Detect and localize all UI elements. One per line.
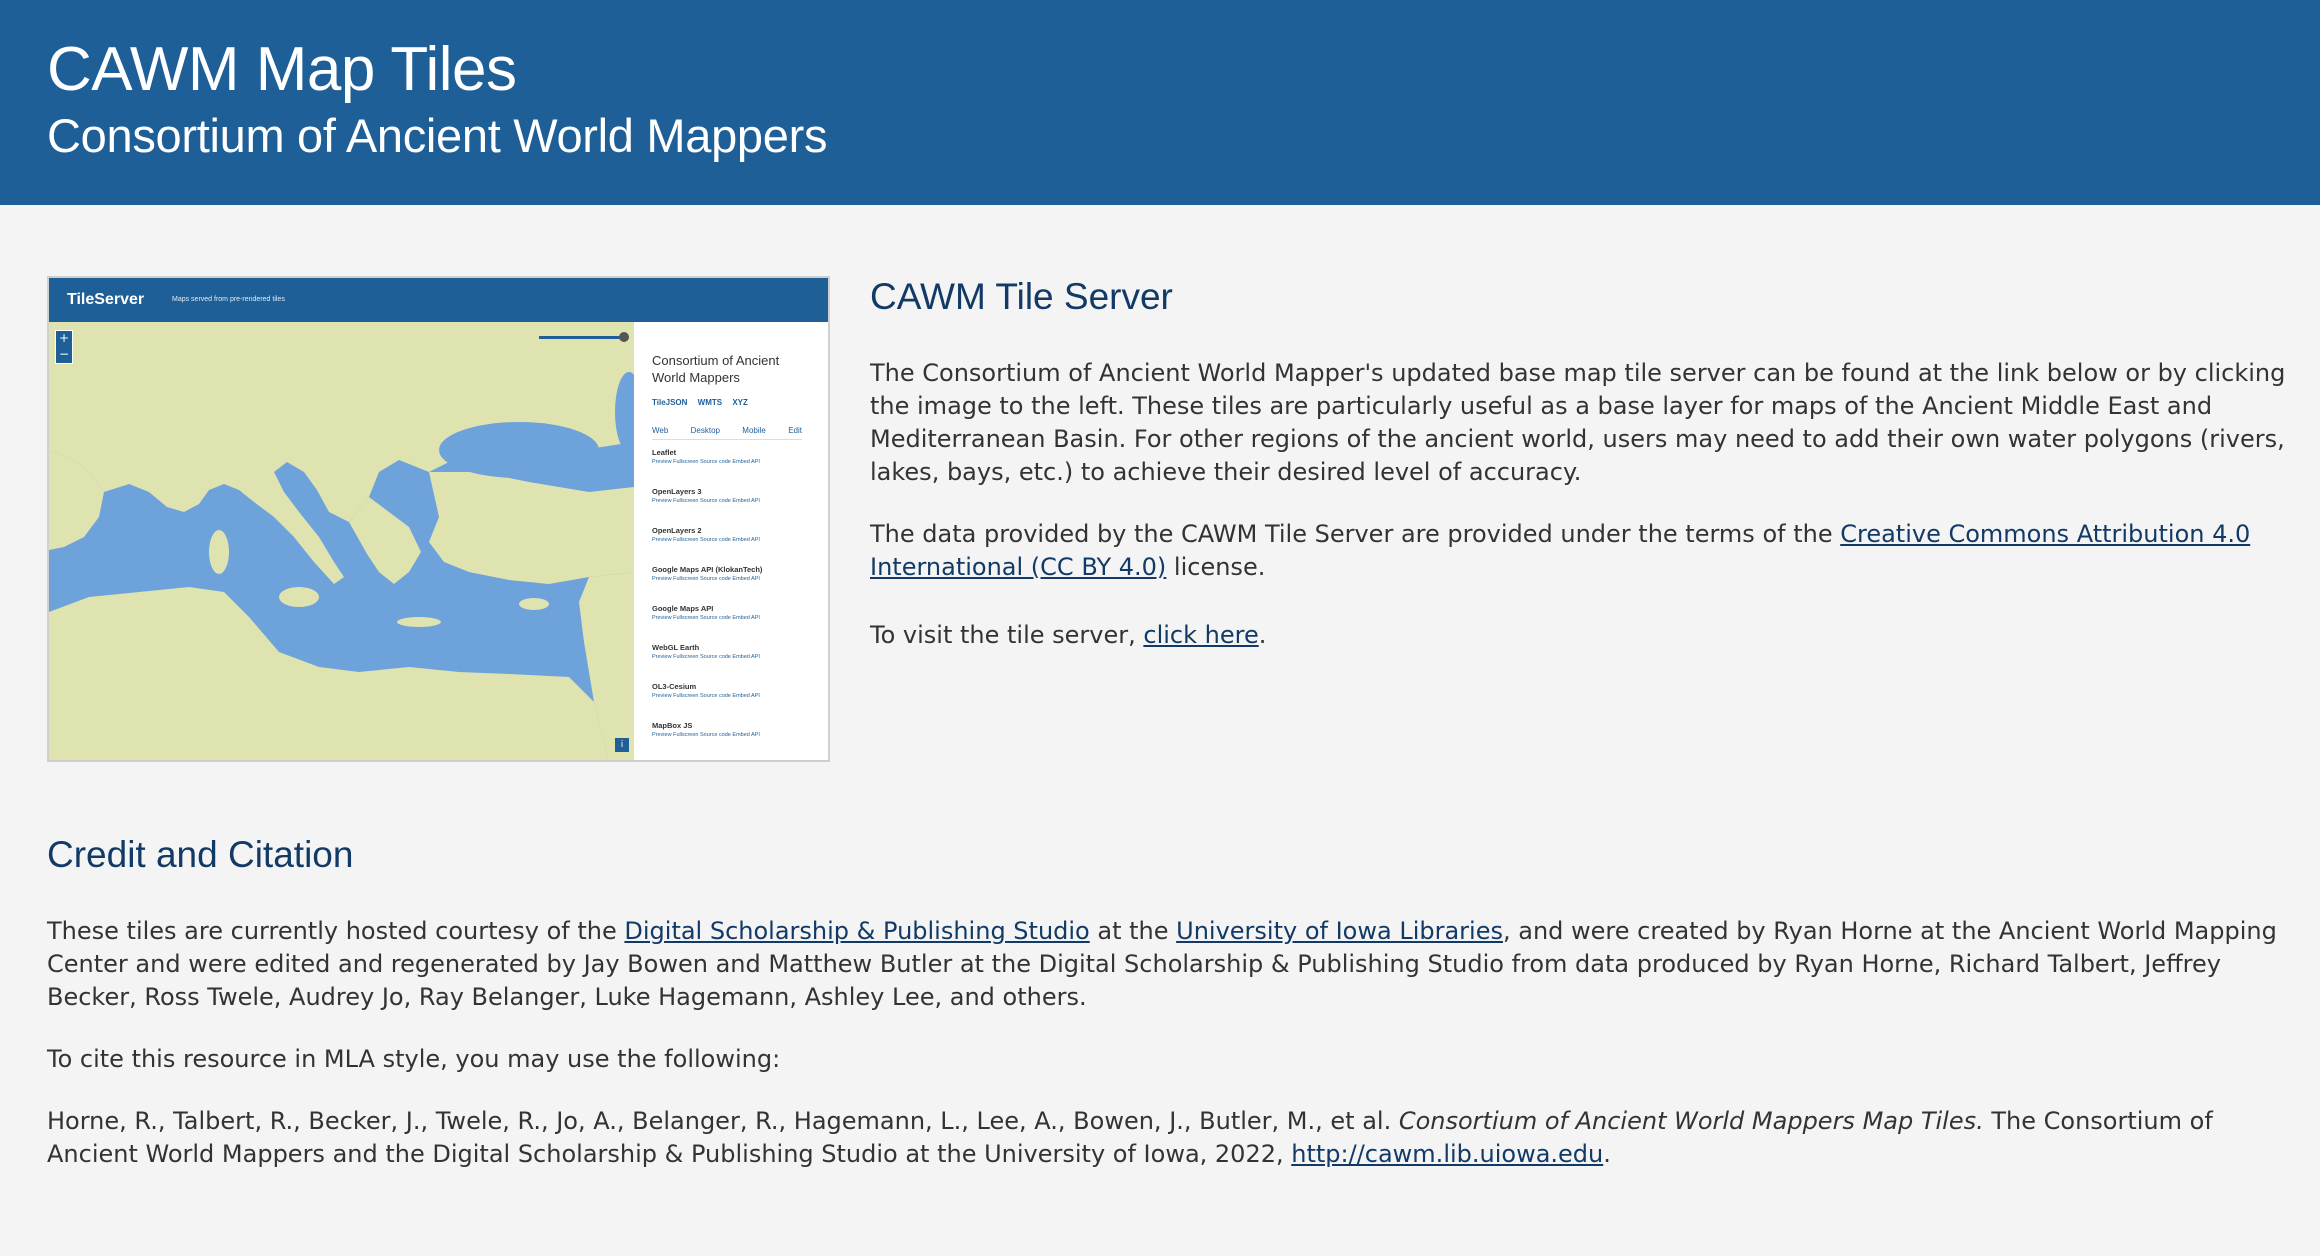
sicily-island — [279, 587, 319, 607]
panel-link: XYZ — [732, 398, 748, 407]
dsps-link[interactable]: Digital Scholarship & Publishing Studio — [624, 917, 1089, 945]
panel-item-name: WebGL Earth — [652, 643, 700, 652]
preview-panel-title: Consortium of Ancient World Mappers — [652, 353, 780, 385]
panel-item-name: OpenLayers 2 — [652, 526, 702, 535]
panel-tab: Mobile — [742, 426, 766, 435]
panel-list-item: OpenLayers 2 Preview Fullscreen Source co… — [652, 526, 812, 565]
visit-text-after: . — [1258, 621, 1267, 649]
zoom-in-icon: + — [58, 331, 70, 345]
sardinia-island — [209, 530, 229, 574]
panel-item-name: MapBox JS — [652, 721, 693, 730]
citation-paragraph: Horne, R., Talbert, R., Becker, J., Twel… — [47, 1105, 2287, 1171]
preview-opacity-slider — [539, 336, 624, 339]
cyprus-island — [519, 598, 549, 610]
panel-list-item: Leaflet Preview Fullscreen Source code Em… — [652, 448, 812, 487]
panel-item-links: Preview Fullscreen Source code Embed API — [652, 498, 760, 504]
panel-item-name: Google Maps API (KlokanTech) — [652, 565, 763, 574]
map-shapes — [49, 322, 634, 760]
black-sea — [439, 422, 599, 478]
panel-item-links: Preview Fullscreen Source code Embed API — [652, 654, 760, 660]
preview-app-subtitle: Maps served from pre-rendered tiles — [172, 296, 285, 303]
panel-list-item: Google Maps API Preview Fullscreen Source… — [652, 604, 812, 643]
panel-item-name: Leaflet — [652, 448, 677, 457]
info-icon: i — [615, 738, 629, 752]
visit-paragraph: To visit the tile server, click here. — [870, 619, 2295, 652]
panel-item-name: Google Maps API — [652, 604, 714, 613]
site-banner: CAWM Map Tiles Consortium of Ancient Wor… — [0, 0, 2320, 205]
zoom-out-icon: − — [58, 347, 70, 361]
panel-list-item: WebGL Earth Preview Fullscreen Source cod… — [652, 643, 812, 682]
license-paragraph: The data provided by the CAWM Tile Serve… — [870, 518, 2295, 584]
panel-item-links: Preview Fullscreen Source code Embed API — [652, 537, 760, 543]
panel-item-links: Preview Fullscreen Source code Embed API — [652, 615, 760, 621]
preview-map — [49, 322, 634, 760]
panel-item-links: Preview Fullscreen Source code Embed API — [652, 576, 760, 582]
credit-text-b: at the — [1089, 917, 1177, 945]
preview-app-title: TileServer — [67, 291, 145, 308]
click-here-link[interactable]: click here — [1143, 621, 1258, 649]
panel-tab: Edit — [788, 426, 802, 435]
panel-item-links: Preview Fullscreen Source code Embed API — [652, 732, 760, 738]
license-text-after: license. — [1166, 553, 1266, 581]
preview-zoom-control: + − — [55, 330, 73, 364]
citation-title: Consortium of Ancient World Mappers Map … — [1398, 1107, 1984, 1135]
panel-list-item: OpenLayers 3 Preview Fullscreen Source co… — [652, 487, 812, 526]
citation-end: . — [1603, 1140, 1611, 1168]
panel-tab: Web — [652, 426, 669, 435]
panel-item-links: Preview Fullscreen Source code Embed API — [652, 693, 760, 699]
panel-list-item: OL3-Cesium Preview Fullscreen Source code… — [652, 682, 812, 721]
preview-side-panel: Consortium of Ancient World Mappers Tile… — [634, 322, 828, 760]
visit-text-before: To visit the tile server, — [870, 621, 1144, 649]
site-title: CAWM Map Tiles — [47, 35, 517, 104]
panel-list-item: MapBox JS Preview Fullscreen Source code … — [652, 721, 812, 760]
cawm-url-link[interactable]: http://cawm.lib.uiowa.edu — [1291, 1140, 1603, 1168]
uiowa-libraries-link[interactable]: University of Iowa Libraries — [1176, 917, 1503, 945]
preview-slider-knob — [619, 332, 629, 342]
tile-server-description: The Consortium of Ancient World Mapper's… — [870, 359, 2286, 486]
credit-heading: Credit and Citation — [47, 834, 354, 875]
license-text-before: The data provided by the CAWM Tile Serve… — [870, 520, 1841, 548]
panel-item-name: OpenLayers 3 — [652, 487, 702, 496]
tile-server-preview-image[interactable]: TileServer Maps served from pre-rendered… — [47, 276, 830, 762]
panel-item-name: OL3-Cesium — [652, 682, 697, 691]
crete-island — [397, 617, 441, 627]
panel-link: WMTS — [697, 398, 723, 407]
credit-paragraph: These tiles are currently hosted courtes… — [47, 915, 2287, 1014]
preview-panel-tabs: Web Desktop Mobile Edit — [652, 426, 802, 440]
credit-text-a: These tiles are currently hosted courtes… — [47, 917, 625, 945]
panel-item-links: Preview Fullscreen Source code Embed API — [652, 459, 760, 465]
preview-panel-links: TileJSON WMTS XYZ — [652, 398, 756, 407]
panel-tab: Desktop — [690, 426, 720, 435]
cite-intro: To cite this resource in MLA style, you … — [47, 1045, 781, 1073]
citation-authors: Horne, R., Talbert, R., Becker, J., Twel… — [47, 1107, 1399, 1135]
tile-server-heading: CAWM Tile Server — [870, 276, 1173, 317]
panel-link: TileJSON — [652, 398, 688, 407]
site-subtitle: Consortium of Ancient World Mappers — [47, 109, 828, 162]
preview-header: TileServer Maps served from pre-rendered… — [49, 278, 828, 322]
preview-panel-list: Leaflet Preview Fullscreen Source code Em… — [652, 448, 812, 760]
panel-list-item: Google Maps API (KlokanTech) Preview Full… — [652, 565, 812, 604]
